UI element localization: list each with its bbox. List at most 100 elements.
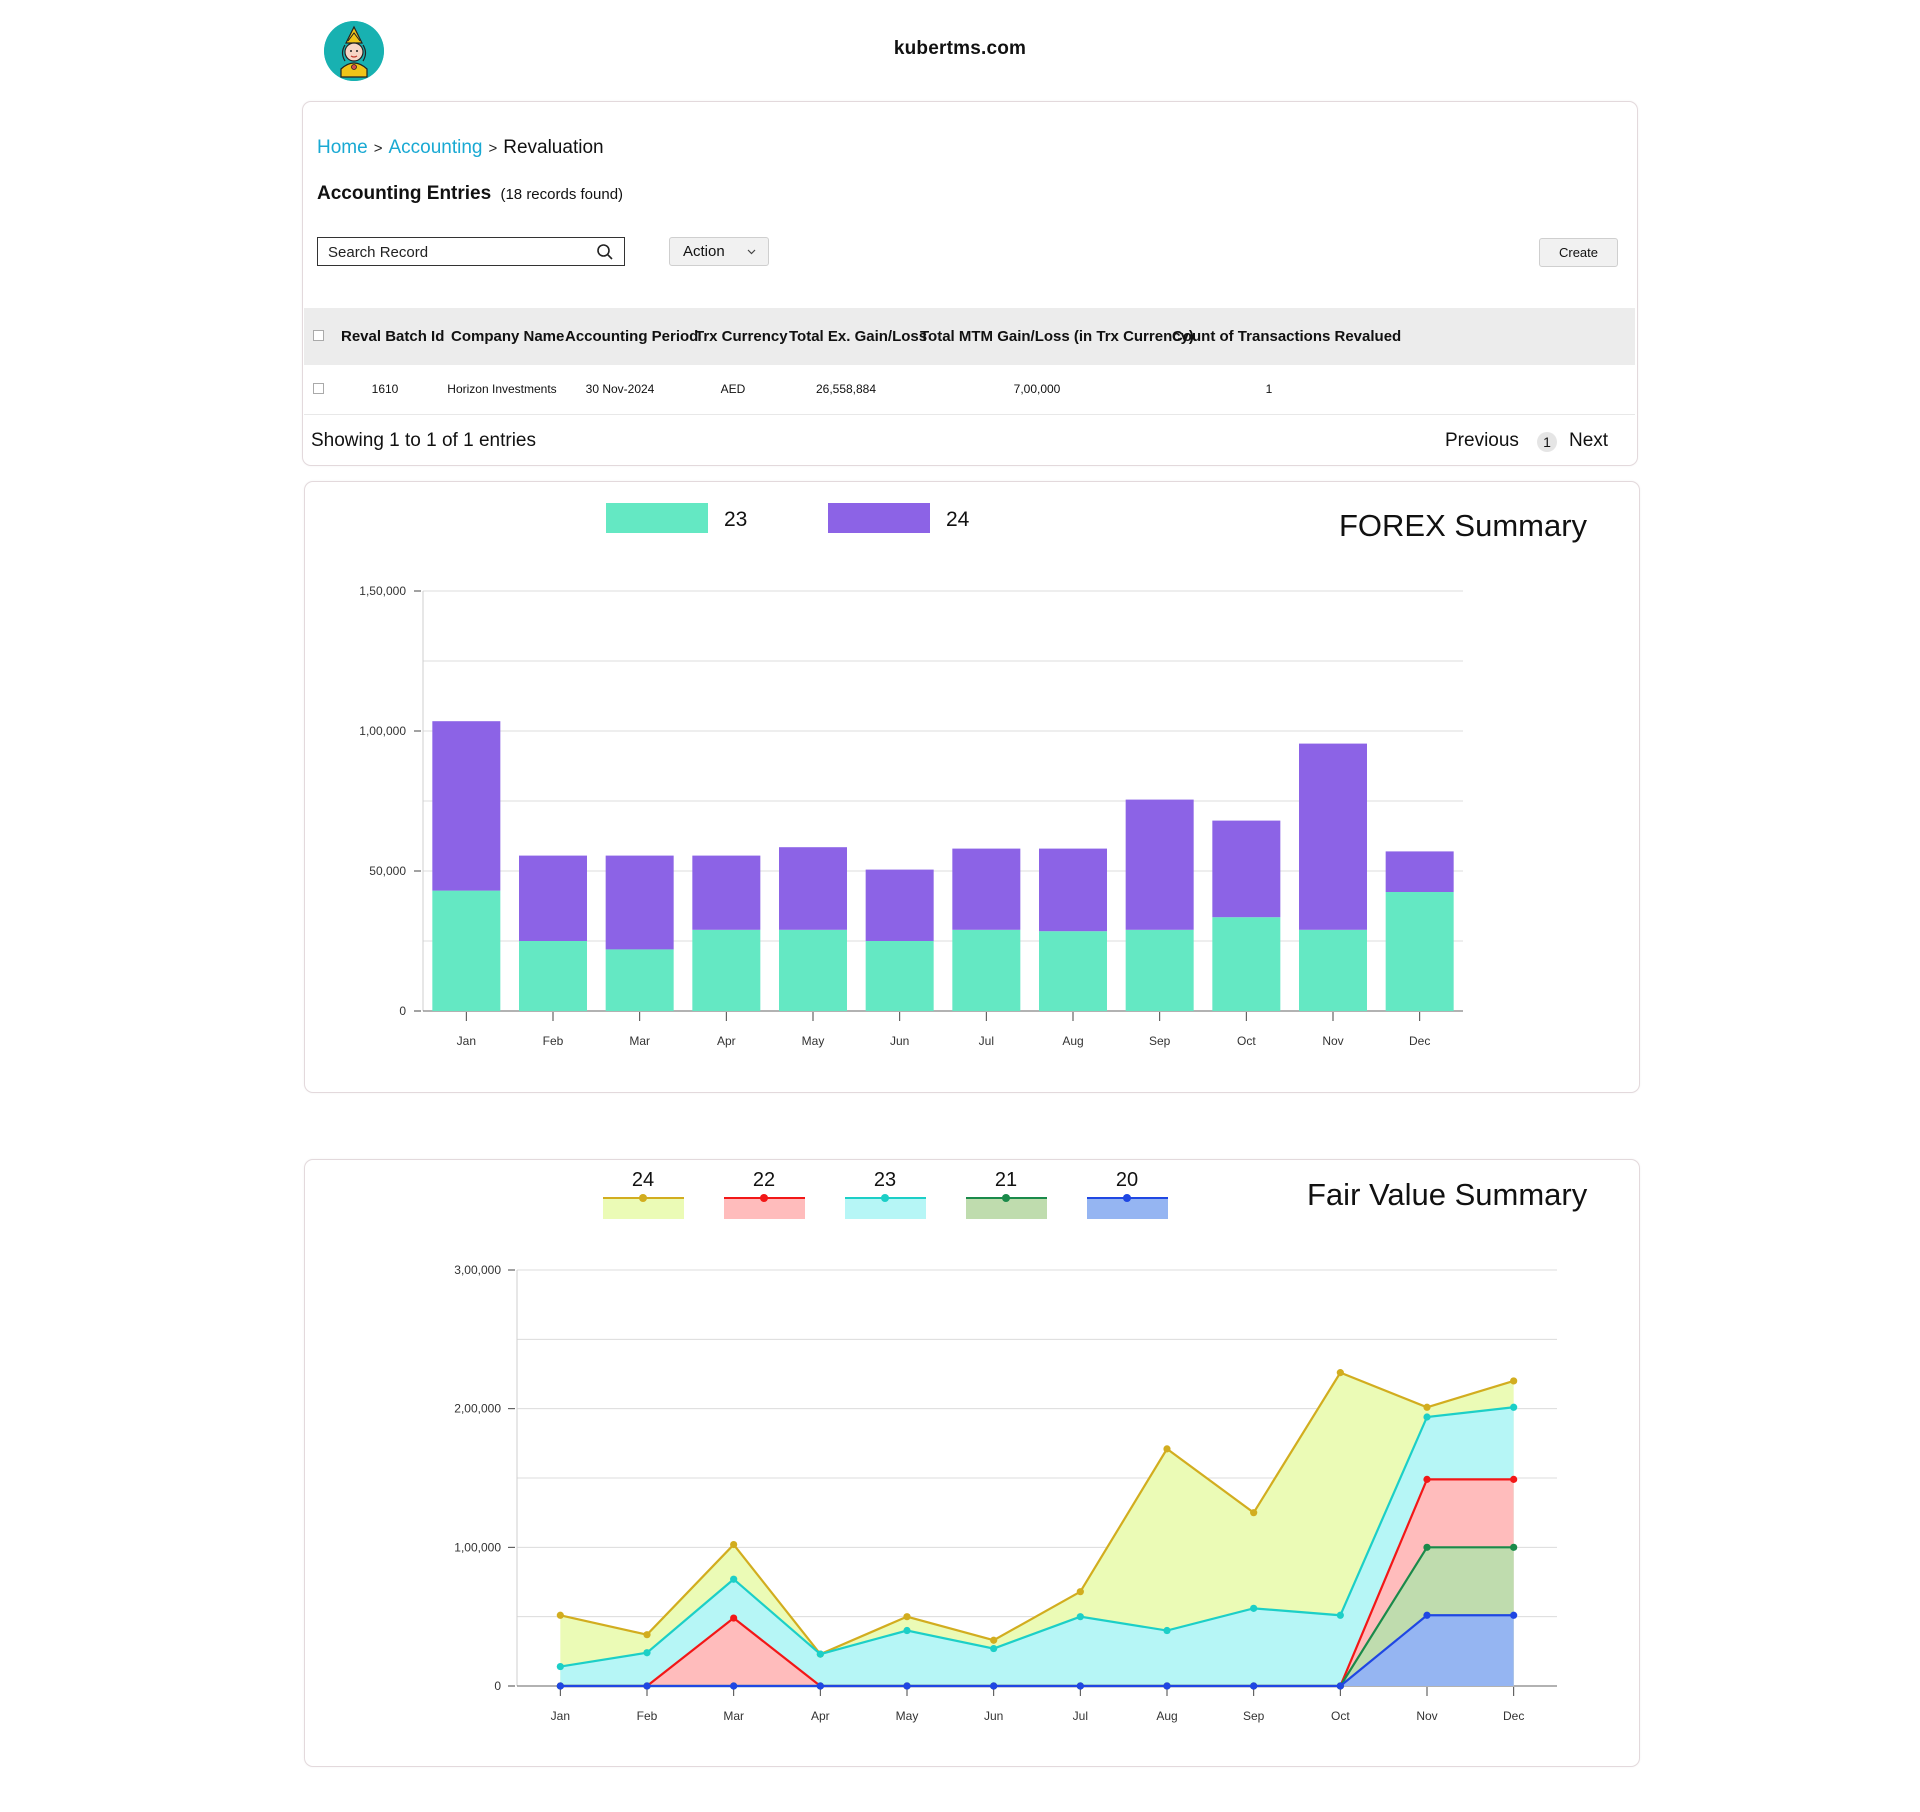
x-tick-label: Jun: [890, 1034, 909, 1048]
column-header[interactable]: Trx Currency: [695, 328, 788, 345]
search-input[interactable]: [326, 243, 590, 262]
column-header[interactable]: Total MTM Gain/Loss (in Trx Currency): [920, 328, 1194, 345]
x-tick-label: Dec: [1503, 1709, 1524, 1723]
legend-swatch-24: [828, 503, 930, 533]
point-20-jul: [1076, 1682, 1084, 1690]
table-row[interactable]: 1610 Horizon Investments 30 Nov-2024 AED…: [304, 365, 1635, 415]
breadcrumb-accounting-link[interactable]: Accounting: [388, 137, 482, 158]
bar-23-jan: [432, 890, 501, 1011]
point-24-aug: [1163, 1445, 1171, 1453]
top-bar: kubertms.com: [0, 0, 1920, 100]
legend-marker-22: [760, 1194, 768, 1202]
point-24-jan: [556, 1611, 564, 1619]
create-button[interactable]: Create: [1539, 238, 1618, 267]
point-22-dec: [1510, 1475, 1518, 1483]
cell-count-revalued: 1: [1265, 382, 1273, 396]
bar-24-aug: [1039, 848, 1107, 932]
x-tick-label: Dec: [1409, 1034, 1430, 1048]
row-checkbox[interactable]: [313, 383, 324, 394]
column-header[interactable]: Count of Transactions Revalued: [1172, 328, 1401, 345]
point-23-dec: [1510, 1403, 1518, 1411]
point-20-jun: [990, 1682, 998, 1690]
column-header[interactable]: Reval Batch Id: [341, 328, 444, 345]
bar-23-jun: [865, 941, 934, 1011]
point-23-apr: [816, 1650, 824, 1658]
x-tick-label: Oct: [1237, 1034, 1256, 1048]
breadcrumb-home-link[interactable]: Home: [317, 137, 368, 158]
x-tick-label: Sep: [1149, 1034, 1171, 1048]
legend-label-23: 23: [874, 1169, 896, 1191]
bar-23-feb: [519, 941, 587, 1011]
action-dropdown[interactable]: Action: [669, 237, 769, 266]
breadcrumb: Home > Accounting > Revaluation: [317, 137, 604, 159]
bar-24-jun: [865, 869, 934, 941]
chevron-down-icon: [747, 249, 756, 255]
y-tick-label: 1,00,000: [359, 724, 406, 738]
search-field[interactable]: [317, 237, 625, 266]
point-23-may: [903, 1626, 911, 1635]
point-24-nov: [1423, 1403, 1431, 1411]
point-21-nov: [1423, 1543, 1431, 1551]
cell-batch-id: 1610: [371, 382, 399, 396]
point-20-nov: [1423, 1611, 1431, 1619]
point-23-oct: [1336, 1611, 1344, 1619]
point-20-sep: [1250, 1682, 1258, 1690]
legend-label-24: 24: [946, 508, 970, 531]
bar-23-aug: [1039, 931, 1107, 1011]
legend-marker-23: [881, 1194, 889, 1202]
legend-swatch-23: [606, 503, 708, 533]
next-page-button[interactable]: Next: [1569, 430, 1608, 452]
select-all-checkbox[interactable]: [313, 330, 324, 341]
records-count: (18 records found): [500, 186, 624, 203]
action-label: Action: [683, 243, 725, 260]
point-20-dec: [1510, 1611, 1518, 1619]
bar-23-may: [779, 929, 847, 1011]
page-title: Accounting Entries (18 records found): [317, 183, 623, 205]
point-20-jan: [556, 1682, 564, 1690]
legend-marker-20: [1123, 1194, 1131, 1202]
breadcrumb-separator: >: [373, 140, 383, 157]
x-tick-label: Nov: [1416, 1709, 1437, 1723]
column-header[interactable]: Total Ex. Gain/Loss: [789, 328, 927, 345]
x-tick-label: May: [802, 1034, 825, 1048]
point-24-may: [903, 1613, 911, 1621]
x-tick-label: Oct: [1331, 1709, 1350, 1723]
column-header[interactable]: Company Name: [451, 328, 564, 345]
bar-24-may: [779, 847, 847, 930]
cell-total-ex-gain-loss: 26,558,884: [815, 382, 877, 396]
bar-24-jul: [952, 848, 1021, 930]
y-tick-label: 3,00,000: [454, 1263, 501, 1277]
point-20-aug: [1163, 1682, 1171, 1690]
current-page-number[interactable]: 1: [1537, 432, 1557, 452]
site-title: kubertms.com: [893, 38, 1027, 59]
y-tick-label: 2,00,000: [454, 1402, 501, 1416]
y-tick-label: 50,000: [369, 864, 406, 878]
search-icon[interactable]: [596, 243, 614, 261]
point-23-aug: [1163, 1626, 1171, 1635]
forex-chart: 0 50,000 1,00,000 1,50,000 Jan Feb Mar Apr May Ju…: [359, 503, 1463, 1048]
bar-24-nov: [1299, 743, 1367, 930]
point-23-feb: [643, 1649, 651, 1657]
point-20-may: [903, 1682, 911, 1690]
point-23-jun: [990, 1644, 998, 1653]
column-header[interactable]: Accounting Period: [565, 328, 698, 345]
x-tick-label: Jul: [979, 1034, 994, 1048]
breadcrumb-current: Revaluation: [503, 137, 604, 158]
point-22-nov: [1423, 1475, 1431, 1483]
point-24-oct: [1336, 1369, 1344, 1377]
previous-page-button[interactable]: Previous: [1445, 430, 1519, 452]
legend-label-22: 22: [753, 1169, 775, 1191]
x-tick-label: Aug: [1156, 1709, 1177, 1723]
point-23-jan: [556, 1662, 564, 1671]
fair-value-summary-card: Fair Value Summary 0 1,00,000 2,00,000 3,00…: [304, 1159, 1640, 1767]
table-header: Reval Batch Id Company Name Accounting P…: [304, 308, 1635, 365]
bar-23-nov: [1299, 929, 1367, 1011]
legend-label-23: 23: [724, 508, 747, 531]
point-23-sep: [1250, 1604, 1258, 1612]
point-24-sep: [1250, 1509, 1258, 1517]
legend-label-21: 21: [995, 1169, 1017, 1191]
point-24-mar: [730, 1540, 738, 1549]
point-24-jul: [1076, 1588, 1084, 1596]
y-tick-label: 1,50,000: [359, 584, 406, 598]
x-tick-label: Apr: [811, 1709, 830, 1723]
